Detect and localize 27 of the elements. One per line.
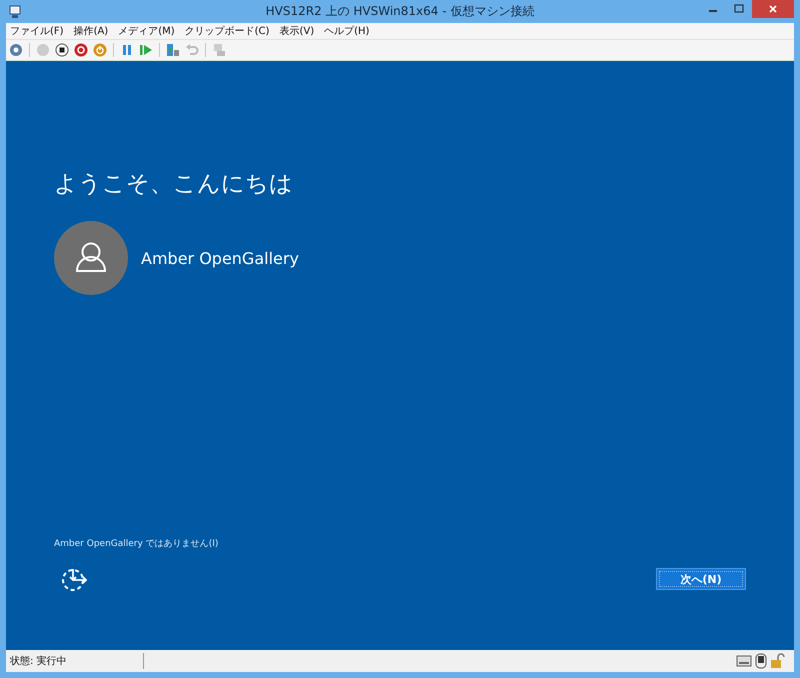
stop-icon[interactable] <box>54 42 70 58</box>
checkpoint-icon[interactable] <box>165 42 181 58</box>
switch-user-link[interactable]: Amber OpenGallery ではありません(I) <box>54 537 218 550</box>
close-icon <box>768 4 778 14</box>
menu-item[interactable]: ヘルプ(H) <box>324 24 370 38</box>
menu-item[interactable]: 操作(A) <box>74 24 108 38</box>
menu-item[interactable]: 表示(V) <box>279 24 314 38</box>
window-title: HVS12R2 上の HVSWin81x64 - 仮想マシン接続 <box>264 3 534 20</box>
close-button[interactable] <box>752 0 794 18</box>
user-name: Amber OpenGallery <box>141 248 299 268</box>
app-icon <box>8 4 22 18</box>
menu-item[interactable]: ファイル(F) <box>10 24 64 38</box>
greeting-text: ようこそ、こんにちは <box>54 170 294 199</box>
mouse-icon <box>755 653 767 669</box>
next-button[interactable]: 次へ(N) <box>656 568 746 590</box>
shutdown-icon[interactable] <box>73 42 89 58</box>
avatar-icon <box>54 221 128 295</box>
ease-of-access-icon[interactable] <box>60 566 90 592</box>
play-icon[interactable] <box>138 42 154 58</box>
maximize-icon <box>734 4 744 14</box>
status-text: 状態: 実行中 <box>10 654 68 668</box>
menu-item[interactable]: クリップボード(C) <box>184 24 270 38</box>
padlock-icon <box>770 653 786 669</box>
ctrl-alt-del-icon[interactable] <box>8 42 24 58</box>
power-icon[interactable] <box>92 42 108 58</box>
keyboard-icon <box>736 653 752 669</box>
menu-item[interactable]: メディア(M) <box>118 24 175 38</box>
